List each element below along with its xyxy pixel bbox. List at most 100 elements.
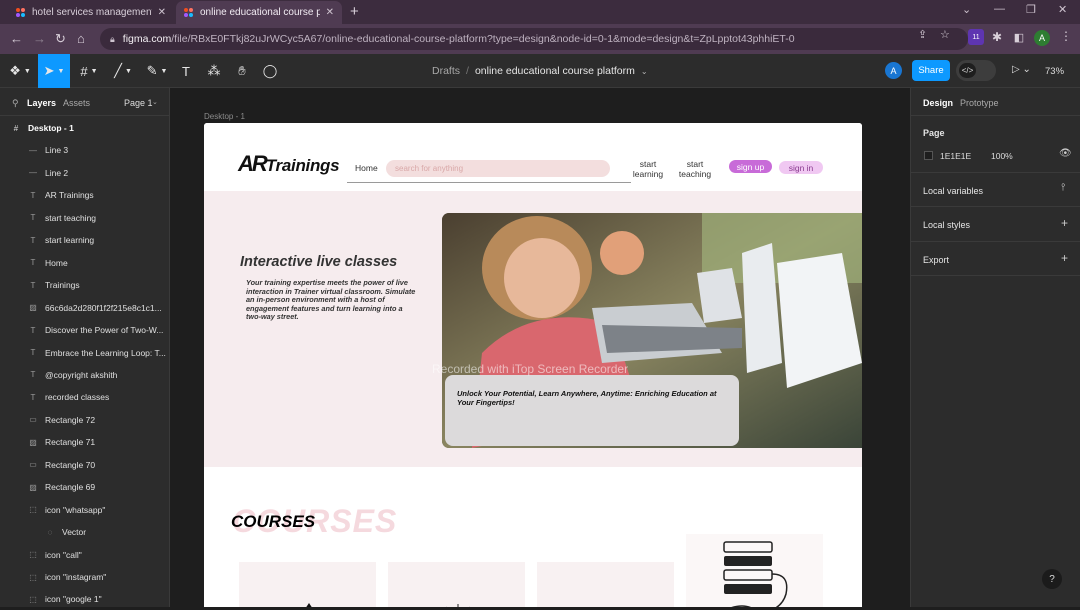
extension-badge: 11 [972, 33, 980, 41]
local-styles-section: Local styles + [911, 207, 1080, 242]
layer-row[interactable]: ▭ Rectangle 72 [0, 409, 170, 431]
page-section: Page 1E1E1E 100% 👁︎ [911, 116, 1080, 173]
share-page-icon[interactable]: ⇪ [918, 28, 927, 41]
extension-icon[interactable]: 11 [968, 29, 984, 45]
back-icon[interactable]: ← [10, 31, 23, 46]
help-button[interactable]: ? [1042, 569, 1062, 589]
layer-row[interactable]: ▭ Rectangle 70 [0, 454, 170, 476]
tab-assets[interactable]: Assets [63, 98, 90, 108]
main-menu-icon[interactable]: ❖ ▼ [4, 54, 36, 88]
site-signup-button: sign up [729, 160, 772, 173]
layer-row[interactable]: ⬚ icon "call" [0, 544, 170, 566]
layer-row[interactable]: T Embrace the Learning Loop: T... [0, 342, 170, 364]
hero-card-text: Unlock Your Potential, Learn Anywhere, A… [457, 389, 717, 407]
frame-tool-icon[interactable]: # ▼ [74, 54, 104, 88]
page-color-swatch[interactable] [924, 151, 933, 160]
minimize-icon[interactable]: — [994, 3, 1005, 15]
browser-tab-hotel[interactable]: hotel services management syste ✕ [8, 1, 174, 24]
layer-row-frame[interactable]: # Desktop - 1 [0, 117, 170, 139]
layer-row[interactable]: — Line 3 [0, 139, 170, 161]
layer-row[interactable]: Trecorded classes [0, 386, 170, 408]
layer-row[interactable]: T Trainings [0, 274, 170, 296]
file-name[interactable]: online educational course platform [475, 65, 635, 77]
extensions-puzzle-icon[interactable]: ✱ [989, 29, 1005, 45]
maximize-icon[interactable]: ❐ [1026, 3, 1036, 16]
hand-tool-icon[interactable]: ✋︎ [232, 54, 252, 88]
hero-title: Interactive live classes [240, 254, 398, 270]
layer-row[interactable]: ◌ Vector [0, 521, 170, 543]
profile-avatar[interactable]: A [1034, 30, 1050, 46]
sidepanel-icon[interactable]: ◧ [1011, 29, 1027, 45]
chevron-down-icon[interactable]: ⌄ [641, 67, 648, 76]
local-variables-label[interactable]: Local variables [923, 186, 983, 196]
layer-row[interactable]: — Line 2 [0, 162, 170, 184]
layer-label: icon "whatsapp" [45, 504, 106, 515]
browser-menu-icon[interactable]: ⋮ [1060, 29, 1072, 43]
move-tool-icon[interactable]: ➤ ▼ [38, 54, 70, 88]
zoom-level[interactable]: 73% [1045, 66, 1064, 77]
layer-row[interactable]: ⬚ icon "instagram" [0, 566, 170, 588]
url-input[interactable]: 🔒︎ figma.com/file/RBxE0FTkj82uJrWCyc5A67… [100, 28, 968, 50]
present-play-icon[interactable]: ▷ ⌄ [1012, 64, 1031, 75]
desktop-frame[interactable]: ARTrainings Home search for anything sta… [204, 123, 862, 607]
eye-icon[interactable]: 👁︎ [1059, 148, 1072, 159]
tab-prototype[interactable]: Prototype [960, 98, 999, 108]
bookmark-star-icon[interactable]: ☆ [940, 28, 950, 41]
nav-start-teaching: start teaching [678, 159, 712, 179]
frame-label[interactable]: Desktop - 1 [204, 112, 245, 121]
add-export-icon[interactable]: + [1061, 251, 1068, 265]
page-selector[interactable]: Page 1 [124, 98, 153, 108]
layer-row[interactable]: T AR Trainings [0, 184, 170, 206]
share-button[interactable]: Share [912, 60, 950, 81]
pen-tool-icon[interactable]: ✎ ▼ [142, 54, 172, 88]
recorder-watermark: Recorded with iTop Screen Recorder [432, 362, 629, 376]
layer-row[interactable]: T Discover the Power of Two-W... [0, 319, 170, 341]
layer-row[interactable]: T Home [0, 252, 170, 274]
chevron-down-icon: ⌄ [152, 99, 158, 106]
dev-mode-toggle[interactable]: </> [956, 60, 996, 81]
layer-label: AR Trainings [45, 190, 94, 201]
layer-row[interactable]: ⬚ icon "whatsapp" [0, 499, 170, 521]
home-icon[interactable]: ⌂ [77, 31, 85, 46]
search-layers-icon[interactable]: ⚲ [12, 98, 19, 109]
tab-design[interactable]: Design [923, 98, 953, 108]
url-domain: figma.com [122, 33, 172, 45]
breadcrumb-drafts[interactable]: Drafts [432, 65, 460, 77]
export-label: Export [923, 255, 950, 265]
layer-row[interactable]: Tstart teaching [0, 207, 170, 229]
layer-label: icon "call" [45, 549, 82, 560]
forward-icon[interactable]: → [33, 31, 46, 46]
layer-row[interactable]: T @copyright akshith [0, 364, 170, 386]
page-color-hex[interactable]: 1E1E1E [940, 151, 971, 161]
text-tool-icon[interactable]: T [176, 54, 196, 88]
design-panel: Design Prototype Page 1E1E1E 100% 👁︎ Loc… [910, 88, 1080, 607]
collaborator-avatar[interactable]: A [885, 62, 902, 79]
hero-classroom-image: Unlock Your Potential, Learn Anywhere, A… [442, 213, 862, 448]
layer-label: 66c6da2d280f1f2f215e8c1c1... [45, 302, 162, 313]
tab-search-icon[interactable]: ⌄ [962, 3, 971, 16]
browser-tab-online-course[interactable]: online educational course platfor ✕ [176, 1, 342, 24]
comment-tool-icon[interactable]: ◯ [260, 54, 280, 88]
layer-row[interactable]: ▨ Rectangle 69 [0, 476, 170, 498]
add-style-icon[interactable]: + [1061, 216, 1068, 230]
tab-layers[interactable]: Layers [27, 98, 56, 108]
nav-home-link: Home [355, 163, 378, 173]
layer-type-icon: T [30, 325, 36, 335]
variables-adjust-icon[interactable]: ⫯ [1061, 182, 1065, 193]
design-panel-tabs: Design Prototype [911, 88, 1080, 116]
layer-type-icon: ▨ [29, 437, 37, 447]
layer-row[interactable]: ▨ 66c6da2d280f1f2f215e8c1c1... [0, 297, 170, 319]
close-window-icon[interactable]: ✕ [1058, 3, 1067, 16]
resources-icon[interactable]: ⁂ [204, 54, 224, 88]
layer-row[interactable]: Tstart learning [0, 229, 170, 251]
canvas[interactable]: Desktop - 1 ARTrainings Home search for … [171, 88, 910, 607]
close-tab-icon[interactable]: ✕ [158, 7, 166, 18]
close-tab-icon[interactable]: ✕ [326, 7, 334, 18]
page-opacity[interactable]: 100% [991, 151, 1013, 161]
shape-tool-icon[interactable]: ╱ ▼ [108, 54, 138, 88]
layer-type-icon: ▭ [29, 415, 37, 425]
reload-icon[interactable]: ↻ [55, 31, 66, 47]
layer-type-icon: T [30, 213, 36, 223]
new-tab-button[interactable]: + [350, 3, 359, 20]
layer-row[interactable]: ▨ Rectangle 71 [0, 431, 170, 453]
